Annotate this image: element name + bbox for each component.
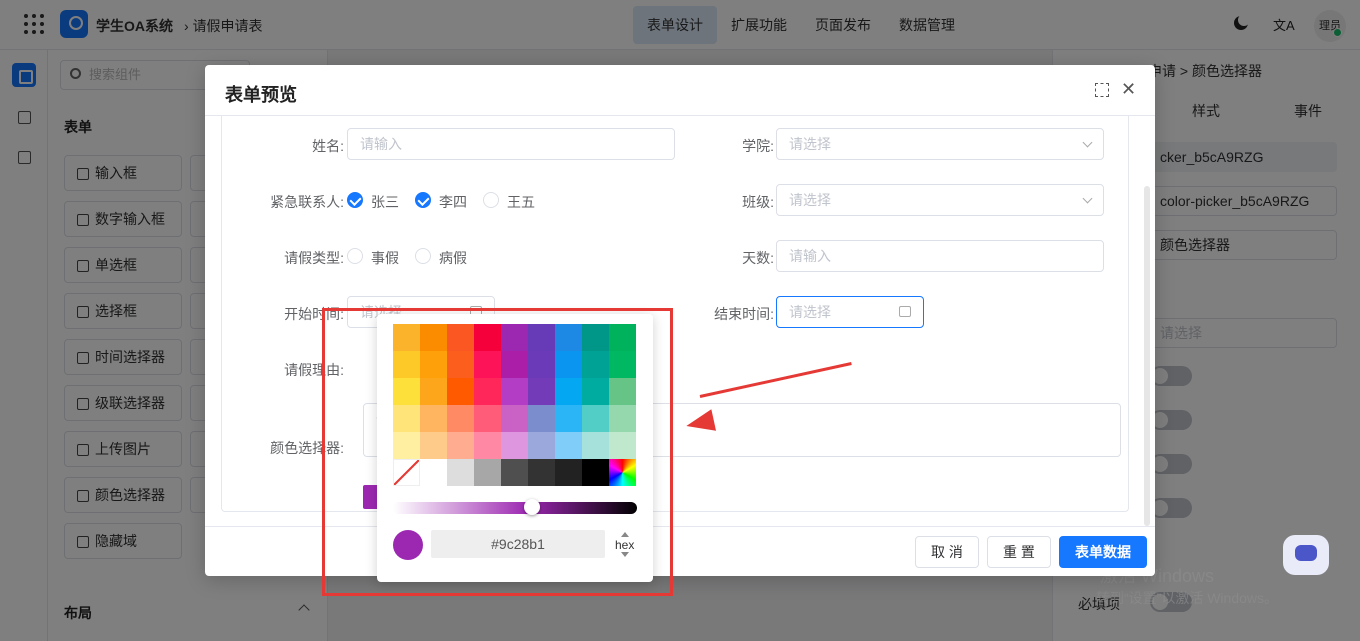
class-select[interactable]: 请选择 — [776, 184, 1104, 216]
option-wangwu: 王五 — [507, 194, 535, 210]
watermark-line2: 转到“设置”以激活 Windows。 — [1096, 590, 1279, 606]
end-time-label: 结束时间: — [714, 306, 774, 322]
close-icon[interactable]: ✕ — [1121, 79, 1136, 100]
end-time-picker[interactable]: 请选择 — [776, 296, 924, 328]
chevron-down-icon — [1082, 137, 1093, 148]
option-lisi: 李四 — [439, 194, 467, 210]
days-input[interactable]: 请输入 — [776, 240, 1104, 272]
modal-scrollbar[interactable] — [1144, 186, 1150, 526]
checkbox-lisi[interactable] — [415, 192, 431, 208]
college-label: 学院: — [742, 138, 774, 154]
option-sick-leave: 病假 — [439, 250, 467, 266]
cancel-button[interactable]: 取 消 — [915, 536, 979, 568]
assistant-robot-icon[interactable] — [1283, 535, 1329, 575]
calendar-icon — [899, 306, 911, 317]
radio-personal-leave[interactable] — [347, 248, 363, 264]
checkbox-zhangsan[interactable] — [347, 192, 363, 208]
days-label: 天数: — [742, 250, 774, 266]
name-label: 姓名: — [312, 138, 344, 154]
fullscreen-icon[interactable] — [1095, 83, 1109, 97]
submit-form-data-button[interactable]: 表单数据 — [1059, 536, 1147, 568]
checkbox-wangwu[interactable] — [483, 192, 499, 208]
reset-button[interactable]: 重 置 — [987, 536, 1051, 568]
college-placeholder: 请选择 — [789, 136, 831, 152]
class-placeholder: 请选择 — [789, 192, 831, 208]
chevron-down-icon — [1082, 193, 1093, 204]
annotation-highlight-box — [322, 308, 673, 596]
contact-label: 紧急联系人: — [270, 194, 344, 210]
name-input[interactable]: 请输入 — [347, 128, 675, 160]
radio-sick-leave[interactable] — [415, 248, 431, 264]
modal-title: 表单预览 — [225, 85, 297, 105]
college-select[interactable]: 请选择 — [776, 128, 1104, 160]
option-zhangsan: 张三 — [371, 194, 399, 210]
option-personal-leave: 事假 — [371, 250, 399, 266]
leave-type-label: 请假类型: — [284, 250, 344, 266]
class-label: 班级: — [742, 194, 774, 210]
end-placeholder: 请选择 — [789, 304, 831, 320]
